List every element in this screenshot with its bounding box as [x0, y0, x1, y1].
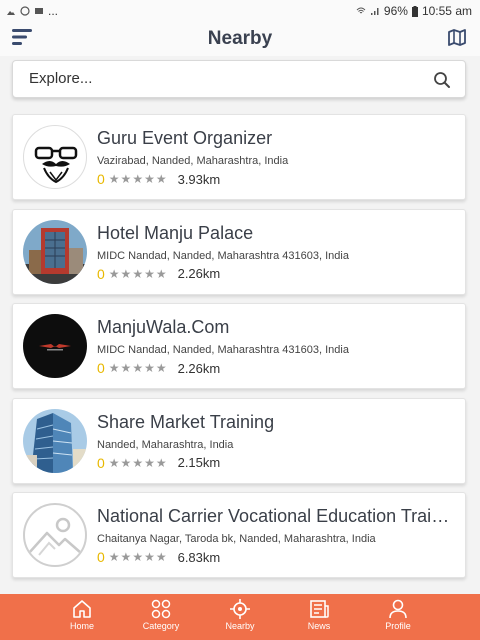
nav-home[interactable]: Home: [47, 598, 117, 631]
nearby-icon: [230, 599, 250, 619]
distance: 2.26km: [177, 266, 221, 281]
category-icon: [151, 599, 171, 619]
battery-icon: [411, 5, 418, 17]
listing-address: MIDC Nandad, Nanded, Maharashtra 431603,…: [97, 249, 349, 262]
hotel-photo-icon: [23, 219, 87, 284]
mustache-logo-icon: [34, 146, 78, 184]
list-item[interactable]: Hotel Manju Palace MIDC Nandad, Nanded, …: [12, 208, 466, 295]
profile-icon: [389, 599, 407, 619]
map-icon[interactable]: [446, 26, 468, 48]
rating-value: 0: [97, 360, 105, 376]
nav-label: Nearby: [225, 621, 255, 631]
rating-value: 0: [97, 265, 105, 282]
star-rating-icon: ★★★★★: [108, 172, 168, 186]
list-item[interactable]: Guru Event Organizer Vazirabad, Nanded, …: [12, 114, 466, 200]
image-notification-icon: [7, 11, 15, 15]
signal-icon: [370, 8, 379, 15]
whatsapp-icon: [20, 6, 30, 16]
image-placeholder-icon: [28, 517, 82, 556]
listing-name: National Carrier Vocational Education Tr…: [97, 506, 457, 526]
nav-nearby[interactable]: Nearby: [205, 598, 275, 631]
building-photo-icon: [23, 408, 87, 473]
listing-name: ManjuWala.Com: [97, 317, 230, 337]
nav-news[interactable]: News: [284, 598, 354, 631]
listing-address: Chaitanya Nagar, Taroda bk, Nanded, Maha…: [97, 533, 376, 545]
dark-logo-avatar: [23, 314, 87, 378]
rating-value: 0: [97, 171, 105, 187]
search-icon[interactable]: [433, 71, 451, 89]
page-title: Nearby: [207, 28, 273, 49]
star-rating-icon: ★★★★★: [108, 455, 168, 470]
dark-logo-icon: [23, 314, 87, 378]
rating-value: 0: [97, 549, 105, 565]
search-input[interactable]: [29, 70, 419, 87]
nav-label: Home: [69, 621, 94, 631]
listing-name: Guru Event Organizer: [97, 128, 273, 148]
nav-category[interactable]: Category: [126, 598, 196, 631]
search-bar: [12, 60, 466, 98]
news-icon: [310, 600, 329, 618]
home-icon: [73, 600, 91, 618]
distance: 6.83km: [177, 549, 221, 565]
hotel-photo-avatar: [23, 219, 87, 284]
listing-address: Nanded, Maharashtra, India: [97, 438, 234, 451]
nav-label: Profile: [385, 621, 411, 631]
clock: 10:55 am: [421, 4, 472, 18]
star-rating-icon: ★★★★★: [108, 361, 168, 375]
wifi-icon: [356, 7, 366, 14]
status-more: ...: [48, 4, 59, 18]
bottom-nav: Home Category Nearby News Profile: [0, 594, 480, 640]
nav-profile[interactable]: Profile: [363, 598, 433, 631]
mail-icon: [35, 8, 43, 14]
list-item[interactable]: ManjuWala.Com MIDC Nandad, Nanded, Mahar…: [12, 303, 466, 389]
star-rating-icon: ★★★★★: [108, 266, 168, 281]
nav-label: News: [307, 621, 331, 631]
distance: 3.93km: [177, 171, 221, 187]
listing-address: Vazirabad, Nanded, Maharashtra, India: [97, 155, 289, 167]
distance: 2.26km: [177, 360, 221, 376]
app-bar: Nearby: [0, 22, 480, 56]
building-photo-avatar: [23, 408, 87, 473]
listing-address: MIDC Nandad, Nanded, Maharashtra 431603,…: [97, 344, 349, 356]
mustache-logo-avatar: [23, 125, 87, 189]
list-item[interactable]: National Carrier Vocational Education Tr…: [12, 492, 466, 578]
battery-percent: 96%: [383, 4, 408, 18]
rating-value: 0: [97, 454, 105, 471]
nearby-list: Guru Event Organizer Vazirabad, Nanded, …: [12, 114, 468, 587]
status-bar: ... 96% 10:55 am: [0, 0, 480, 22]
list-item[interactable]: Share Market Training Nanded, Maharashtr…: [12, 397, 466, 484]
listing-name: Share Market Training: [97, 411, 275, 432]
image-placeholder-avatar: [23, 503, 87, 567]
nav-label: Category: [142, 621, 180, 631]
distance: 2.15km: [177, 455, 221, 470]
star-rating-icon: ★★★★★: [108, 550, 168, 564]
listing-name: Hotel Manju Palace: [97, 222, 254, 243]
